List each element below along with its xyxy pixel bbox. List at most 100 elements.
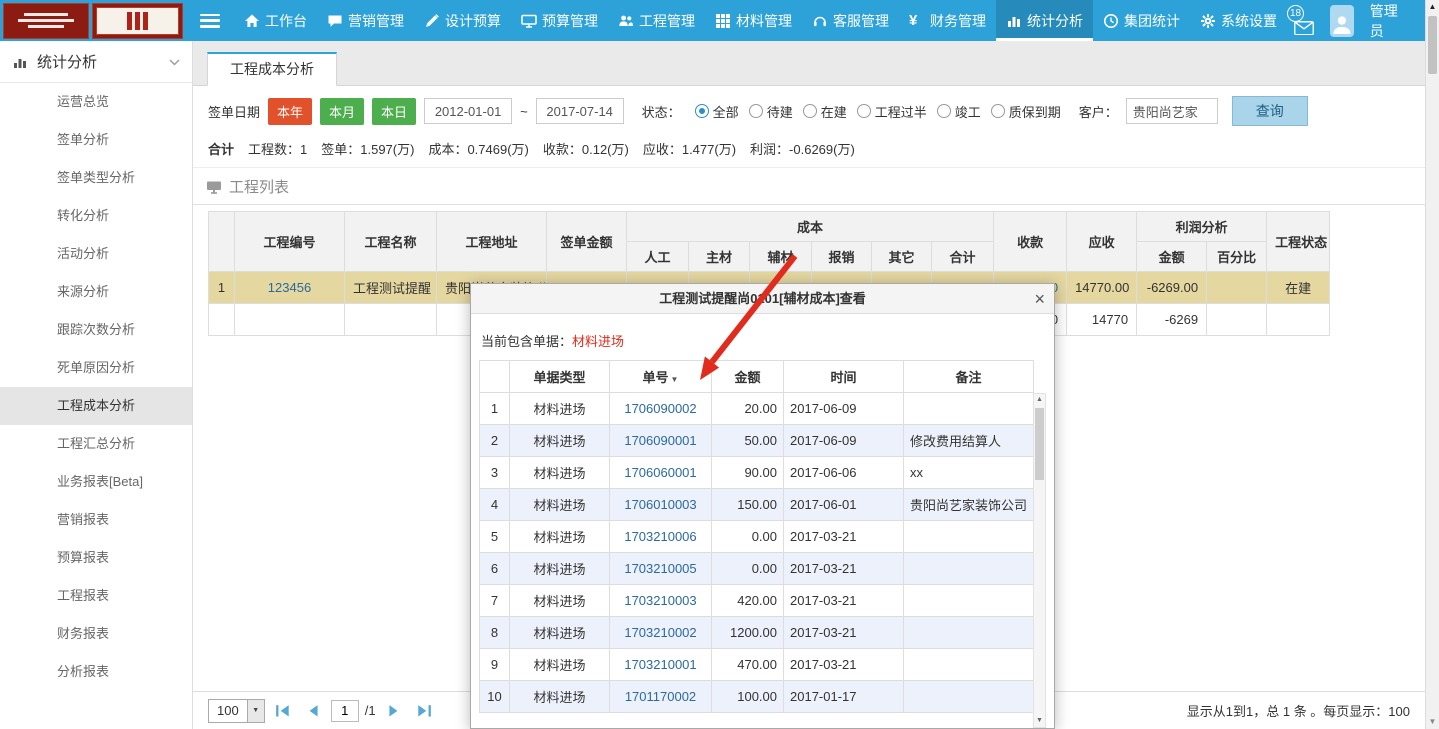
sidebar-item-project-cost-analysis[interactable]: 工程成本分析 bbox=[0, 387, 192, 425]
scroll-down-icon[interactable]: ▼ bbox=[1034, 715, 1045, 727]
col-profit-percent[interactable]: 百分比 bbox=[1207, 242, 1267, 272]
col-doc-time[interactable]: 时间 bbox=[784, 361, 904, 393]
col-other[interactable]: 其它 bbox=[872, 242, 932, 272]
page-number-input[interactable] bbox=[331, 700, 359, 722]
sidebar-item-project-report[interactable]: 工程报表 bbox=[0, 577, 192, 615]
doc-number-link[interactable]: 1706090001 bbox=[624, 433, 696, 448]
sidebar-header-statistics[interactable]: 统计分析 bbox=[0, 41, 192, 83]
this-year-button[interactable]: 本年 bbox=[268, 98, 312, 125]
col-doc-amount[interactable]: 金额 bbox=[712, 361, 784, 393]
sidebar-item-source-analysis[interactable]: 来源分析 bbox=[0, 273, 192, 311]
col-expense[interactable]: 报销 bbox=[812, 242, 872, 272]
sidebar-item-dead-lead-analysis[interactable]: 死单原因分析 bbox=[0, 349, 192, 387]
page-scrollbar[interactable]: ▲ ▼ bbox=[1425, 0, 1439, 729]
nav-item-material-mgmt[interactable]: 材料管理 bbox=[705, 0, 802, 41]
select-caret-icon[interactable]: ▼ bbox=[247, 700, 264, 722]
radio-icon[interactable] bbox=[749, 104, 763, 118]
nav-item-group-statistics[interactable]: 集团统计 bbox=[1093, 0, 1190, 41]
doc-row[interactable]: 10 材料进场 1701170002 100.00 2017-01-17 bbox=[480, 681, 1034, 713]
nav-item-project-mgmt[interactable]: 工程管理 bbox=[608, 0, 705, 41]
nav-item-system-settings[interactable]: 系统设置 bbox=[1190, 0, 1287, 41]
doc-row[interactable]: 4 材料进场 1706010003 150.00 2017-06-01 贵阳尚艺… bbox=[480, 489, 1034, 521]
nav-item-design-budget[interactable]: 设计预算 bbox=[414, 0, 511, 41]
user-avatar[interactable] bbox=[1330, 5, 1354, 37]
col-doc-note[interactable]: 备注 bbox=[904, 361, 1034, 393]
hamburger-menu-icon[interactable] bbox=[200, 14, 220, 28]
col-main-material[interactable]: 主材 bbox=[689, 242, 750, 272]
prev-page-button[interactable] bbox=[305, 704, 321, 718]
doc-row[interactable]: 6 材料进场 1703210005 0.00 2017-03-21 bbox=[480, 553, 1034, 585]
status-option-in-progress[interactable]: 在建 bbox=[803, 102, 847, 121]
doc-number-link[interactable]: 1703210003 bbox=[624, 593, 696, 608]
modal-title-bar[interactable]: 工程测试提醒尚0101[辅材成本]查看 × bbox=[471, 284, 1054, 314]
doc-row[interactable]: 2 材料进场 1706090001 50.00 2017-06-09 修改费用结… bbox=[480, 425, 1034, 457]
sidebar-item-budget-report[interactable]: 预算报表 bbox=[0, 539, 192, 577]
col-cost-total[interactable]: 合计 bbox=[932, 242, 994, 272]
doc-number-link[interactable]: 1703210002 bbox=[624, 625, 696, 640]
status-option-warranty-due[interactable]: 质保到期 bbox=[991, 102, 1061, 121]
radio-icon[interactable] bbox=[857, 104, 871, 118]
page-size-select[interactable]: 100 ▼ bbox=[208, 699, 265, 723]
nav-item-statistics[interactable]: 统计分析 bbox=[996, 0, 1093, 41]
status-option-all[interactable]: 全部 bbox=[695, 102, 739, 121]
radio-icon[interactable] bbox=[937, 104, 951, 118]
customer-input[interactable] bbox=[1126, 98, 1218, 124]
first-page-button[interactable] bbox=[275, 704, 291, 718]
doc-row[interactable]: 9 材料进场 1703210001 470.00 2017-03-21 bbox=[480, 649, 1034, 681]
doc-number-link[interactable]: 1706090002 bbox=[624, 401, 696, 416]
scroll-up-icon[interactable]: ▲ bbox=[1426, 0, 1439, 14]
doc-number-link[interactable]: 1703210001 bbox=[624, 657, 696, 672]
modal-scrollbar[interactable]: ▲ ▼ bbox=[1033, 393, 1046, 728]
doc-row[interactable]: 5 材料进场 1703210006 0.00 2017-03-21 bbox=[480, 521, 1034, 553]
project-code-link[interactable]: 123456 bbox=[268, 280, 311, 295]
date-to-input[interactable] bbox=[536, 98, 624, 124]
sidebar-item-project-summary-analysis[interactable]: 工程汇总分析 bbox=[0, 425, 192, 463]
sidebar-item-operations-overview[interactable]: 运营总览 bbox=[0, 83, 192, 121]
nav-item-marketing[interactable]: 营销管理 bbox=[317, 0, 414, 41]
sidebar-item-finance-report[interactable]: 财务报表 bbox=[0, 615, 192, 653]
notifications-button[interactable]: 18 bbox=[1287, 5, 1314, 37]
col-sign-amount[interactable]: 签单金额 bbox=[547, 212, 627, 272]
status-option-half-done[interactable]: 工程过半 bbox=[857, 102, 927, 121]
doc-number-link[interactable]: 1701170002 bbox=[625, 689, 696, 704]
col-aux-material[interactable]: 辅材 bbox=[750, 242, 812, 272]
col-doc-type[interactable]: 单据类型 bbox=[510, 361, 610, 393]
sidebar-item-business-report-beta[interactable]: 业务报表[Beta] bbox=[0, 463, 192, 501]
col-receivable[interactable]: 应收 bbox=[1067, 212, 1137, 272]
doc-row[interactable]: 1 材料进场 1706090002 20.00 2017-06-09 bbox=[480, 393, 1034, 425]
doc-number-link[interactable]: 1706060001 bbox=[624, 465, 696, 480]
sidebar-item-marketing-report[interactable]: 营销报表 bbox=[0, 501, 192, 539]
col-project-code[interactable]: 工程编号 bbox=[235, 212, 345, 272]
sort-caret-icon[interactable]: ▼ bbox=[671, 375, 679, 384]
scroll-down-icon[interactable]: ▼ bbox=[1426, 715, 1439, 729]
this-month-button[interactable]: 本月 bbox=[320, 98, 364, 125]
doc-number-link[interactable]: 1703210006 bbox=[624, 529, 696, 544]
nav-item-workbench[interactable]: 工作台 bbox=[234, 0, 317, 41]
col-profit-amount[interactable]: 金额 bbox=[1137, 242, 1207, 272]
nav-item-budget-mgmt[interactable]: 预算管理 bbox=[511, 0, 608, 41]
col-labor[interactable]: 人工 bbox=[627, 242, 689, 272]
doc-row[interactable]: 8 材料进场 1703210002 1200.00 2017-03-21 bbox=[480, 617, 1034, 649]
tab-project-cost-analysis[interactable]: 工程成本分析 bbox=[207, 52, 337, 86]
last-page-button[interactable] bbox=[416, 704, 432, 718]
query-button[interactable]: 查询 bbox=[1232, 96, 1308, 126]
sidebar-item-signing-analysis[interactable]: 签单分析 bbox=[0, 121, 192, 159]
radio-icon[interactable] bbox=[991, 104, 1005, 118]
col-doc-number[interactable]: 单号▼ bbox=[610, 361, 712, 393]
next-page-button[interactable] bbox=[386, 704, 402, 718]
doc-number-link[interactable]: 1706010003 bbox=[624, 497, 696, 512]
nav-item-finance-mgmt[interactable]: ¥ 财务管理 bbox=[899, 0, 996, 41]
nav-item-customer-service[interactable]: 客服管理 bbox=[802, 0, 899, 41]
date-from-input[interactable] bbox=[424, 98, 512, 124]
close-icon[interactable]: × bbox=[1034, 284, 1045, 314]
sidebar-item-conversion-analysis[interactable]: 转化分析 bbox=[0, 197, 192, 235]
sidebar-item-signing-type-analysis[interactable]: 签单类型分析 bbox=[0, 159, 192, 197]
sidebar-item-analysis-report[interactable]: 分析报表 bbox=[0, 653, 192, 691]
sidebar-item-activity-analysis[interactable]: 活动分析 bbox=[0, 235, 192, 273]
doc-row[interactable]: 3 材料进场 1706060001 90.00 2017-06-06 xx bbox=[480, 457, 1034, 489]
col-received[interactable]: 收款 bbox=[994, 212, 1067, 272]
this-day-button[interactable]: 本日 bbox=[372, 98, 416, 125]
doc-row[interactable]: 7 材料进场 1703210003 420.00 2017-03-21 bbox=[480, 585, 1034, 617]
status-option-pending[interactable]: 待建 bbox=[749, 102, 793, 121]
sidebar-item-followup-count-analysis[interactable]: 跟踪次数分析 bbox=[0, 311, 192, 349]
